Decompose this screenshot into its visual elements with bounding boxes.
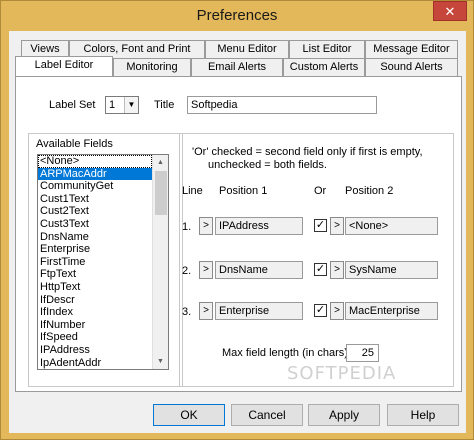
list-item[interactable]: IfNumber	[38, 319, 152, 332]
column-header-position1: Position 1	[219, 185, 268, 197]
preferences-window: Preferences ✕ Views Colors, Font and Pri…	[0, 0, 474, 440]
chevron-down-icon[interactable]: ▼	[124, 97, 138, 113]
check-icon: ✓	[315, 219, 326, 231]
list-item[interactable]: IfIndex	[38, 306, 152, 319]
check-icon: ✓	[315, 304, 326, 316]
tab-menu-editor[interactable]: Menu Editor	[205, 40, 289, 58]
tab-email-alerts[interactable]: Email Alerts	[191, 58, 283, 76]
check-icon: ✓	[315, 263, 326, 275]
line1-pos1-assign-button[interactable]: >	[199, 217, 213, 235]
tab-message-editor[interactable]: Message Editor	[365, 40, 458, 58]
list-item[interactable]: Enterprise	[38, 243, 152, 256]
column-header-position2: Position 2	[345, 185, 394, 197]
list-item[interactable]: Cust3Text	[38, 218, 152, 231]
available-fields-label: Available Fields	[36, 138, 113, 150]
vertical-scrollbar[interactable]: ▲ ▼	[152, 155, 168, 369]
ok-button[interactable]: OK	[153, 404, 225, 426]
available-fields-list[interactable]: <None> ARPMacAddr CommunityGet Cust1Text Cus…	[37, 154, 169, 370]
line1-pos2-assign-button[interactable]: >	[330, 217, 344, 235]
tab-label-editor[interactable]: Label Editor	[15, 56, 113, 76]
line3-position1-field[interactable]: Enterprise	[215, 302, 303, 320]
list-item[interactable]: ARPMacAddr	[38, 167, 152, 181]
help-button[interactable]: Help	[387, 404, 459, 426]
list-item[interactable]: FtpText	[38, 268, 152, 281]
close-button[interactable]: ✕	[433, 1, 467, 21]
line3-pos1-assign-button[interactable]: >	[199, 302, 213, 320]
list-item[interactable]: <None>	[38, 155, 152, 168]
apply-button[interactable]: Apply	[308, 404, 380, 426]
title-bar[interactable]: Preferences ✕	[1, 1, 473, 31]
line-number-1: 1.	[182, 221, 192, 233]
line1-position1-field[interactable]: IPAddress	[215, 217, 303, 235]
label-set-value: 1	[109, 99, 116, 111]
line2-or-checkbox[interactable]: ✓	[314, 263, 327, 276]
list-item[interactable]: Cust2Text	[38, 205, 152, 218]
line-number-2: 2.	[182, 265, 192, 277]
or-hint-line2: unchecked = both fields.	[208, 159, 327, 171]
column-header-or: Or	[314, 185, 327, 197]
list-item[interactable]: HttpText	[38, 281, 152, 294]
line2-pos1-assign-button[interactable]: >	[199, 261, 213, 279]
list-item[interactable]: IPAddress	[38, 344, 152, 357]
list-item[interactable]: Cust1Text	[38, 193, 152, 206]
cancel-button[interactable]: Cancel	[231, 404, 303, 426]
list-item[interactable]: IfDescr	[38, 294, 152, 307]
line3-or-checkbox[interactable]: ✓	[314, 304, 327, 317]
tab-sound-alerts[interactable]: Sound Alerts	[365, 58, 458, 76]
list-item[interactable]: IfSpeed	[38, 331, 152, 344]
list-item[interactable]: DnsName	[38, 231, 152, 244]
title-input[interactable]: Softpedia	[187, 96, 377, 114]
label-set-select[interactable]: 1 ▼	[105, 96, 139, 114]
line1-position2-field[interactable]: <None>	[345, 217, 438, 235]
max-field-length-input[interactable]: 25	[346, 344, 379, 362]
tab-list-editor[interactable]: List Editor	[289, 40, 365, 58]
close-icon: ✕	[444, 4, 456, 19]
line2-position1-field[interactable]: DnsName	[215, 261, 303, 279]
line1-or-checkbox[interactable]: ✓	[314, 219, 327, 232]
list-item[interactable]: IpAdentIfIndex	[38, 369, 152, 370]
list-item[interactable]: FirstTime	[38, 256, 152, 269]
or-hint-line1: 'Or' checked = second field only if firs…	[192, 146, 423, 158]
line-number-3: 3.	[182, 306, 192, 318]
scroll-up-icon[interactable]: ▲	[153, 155, 168, 170]
line2-position2-field[interactable]: SysName	[345, 261, 438, 279]
line3-position2-field[interactable]: MacEnterprise	[345, 302, 438, 320]
tab-custom-alerts[interactable]: Custom Alerts	[283, 58, 365, 76]
list-items-container: <None> ARPMacAddr CommunityGet Cust1Text Cus…	[38, 155, 168, 370]
scroll-thumb[interactable]	[155, 171, 167, 215]
scroll-down-icon[interactable]: ▼	[153, 354, 168, 369]
line3-pos2-assign-button[interactable]: >	[330, 302, 344, 320]
window-title: Preferences	[196, 7, 278, 24]
label-set-label: Label Set	[49, 99, 96, 111]
title-label: Title	[154, 99, 175, 111]
list-item[interactable]: CommunityGet	[38, 180, 152, 193]
line2-pos2-assign-button[interactable]: >	[330, 261, 344, 279]
max-field-length-label: Max field length (in chars)	[222, 347, 348, 359]
tab-monitoring[interactable]: Monitoring	[113, 58, 191, 76]
list-item[interactable]: IpAdentAddr	[38, 357, 152, 370]
softpedia-watermark: SOFTPEDIA	[287, 363, 397, 384]
column-header-line: Line	[182, 185, 203, 197]
